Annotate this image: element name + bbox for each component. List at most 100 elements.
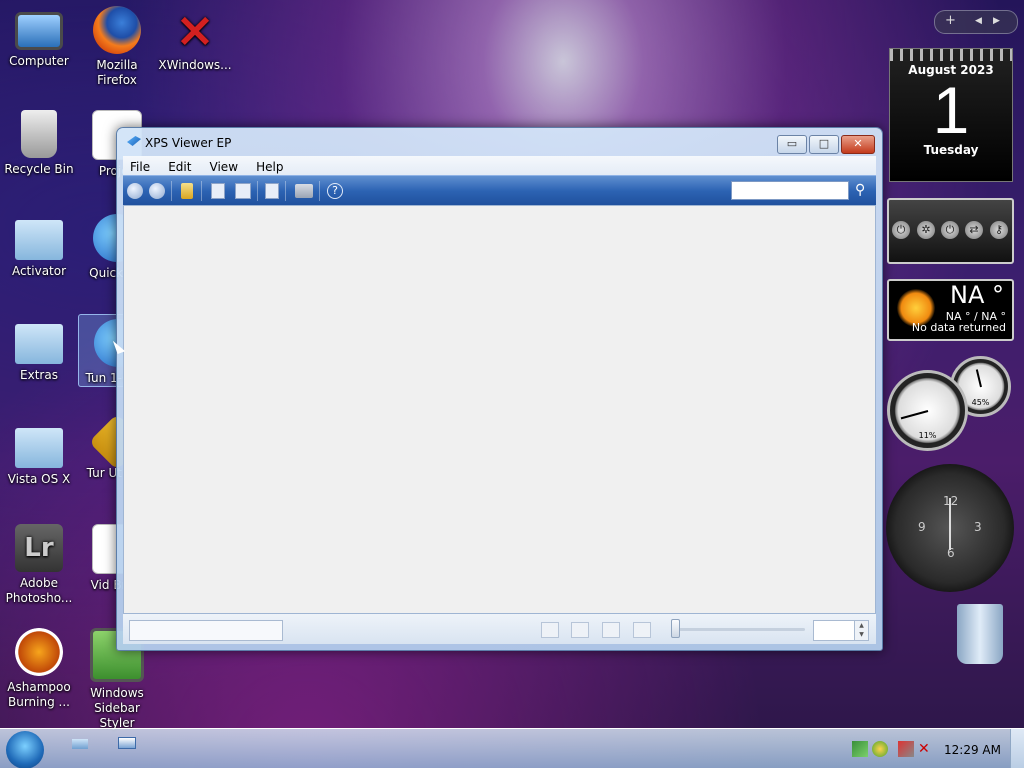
zoom-slider-track[interactable] [679, 628, 805, 631]
lightroom-icon: Lr [15, 524, 63, 572]
document-view-area[interactable] [123, 205, 876, 614]
desktop-icon-label: Vista OS X [7, 472, 71, 486]
help-icon[interactable]: ? [327, 183, 343, 199]
search-icon[interactable]: ⚲ [855, 182, 871, 198]
search-input[interactable] [731, 181, 849, 200]
desktop-icon-recycle-bin[interactable]: Recycle Bin [0, 106, 78, 177]
folder-icon [15, 220, 63, 260]
show-desktop-button[interactable] [1010, 729, 1024, 768]
forward-icon[interactable] [149, 183, 165, 199]
previous-icon[interactable]: ◀ [975, 16, 982, 26]
cpu-gauge: 11% [887, 370, 968, 451]
cpu-percent: 11% [918, 431, 937, 440]
xps-app-icon [127, 136, 141, 146]
shutdown-icon[interactable]: ⏻ [892, 221, 910, 239]
desktop-icon-label: Adobe Photosho... [5, 576, 73, 605]
back-icon[interactable] [127, 183, 143, 199]
folder-icon [15, 428, 63, 468]
desktop-icon-label: Computer [9, 54, 69, 68]
action-center-icon[interactable] [898, 741, 914, 757]
calendar-weekday: Tuesday [923, 143, 979, 157]
cpu-gauge-needle [900, 409, 928, 419]
desktop-icon-computer[interactable]: Computer [0, 2, 78, 69]
taskbar-clock[interactable]: 12:29 AM [944, 743, 1001, 757]
toolbar-separator [319, 181, 320, 201]
ashampoo-icon [15, 628, 63, 676]
window-title: XPS Viewer EP [145, 136, 232, 150]
desktop-icon-extras[interactable]: Extras [0, 314, 78, 383]
lock-icon[interactable]: ⚷ [990, 221, 1008, 239]
show-desktop-quicklaunch-icon[interactable] [72, 739, 88, 749]
desktop-icon-label: Extras [20, 368, 58, 382]
memory-gauge-needle [975, 368, 982, 387]
network-icon[interactable] [852, 741, 868, 757]
desktop-icon-label: Windows Sidebar Styler [90, 686, 144, 730]
calendar-day: 1 [932, 73, 970, 147]
two-pages-icon[interactable] [633, 622, 651, 638]
restart-icon[interactable]: ✲ [917, 221, 935, 239]
weather-temperature: NA ° [950, 281, 1004, 309]
x-logo-icon: ⨯ [174, 2, 216, 58]
toolbar-separator [171, 181, 172, 201]
calendar-rings [890, 49, 1012, 61]
close-button[interactable]: ✕ [841, 135, 875, 154]
xps-viewer-window[interactable]: XPS Viewer EP ▭ □ ✕ File Edit View Help … [116, 127, 883, 651]
zoom-input[interactable] [813, 620, 855, 641]
recycle-bin-gadget-icon[interactable] [957, 604, 1003, 664]
security-icon[interactable] [872, 741, 888, 757]
taskbar: ✕ 12:29 AM [0, 728, 1024, 768]
weather-status: No data returned [911, 321, 1006, 334]
toolbar-separator [285, 181, 286, 201]
minimize-button[interactable]: ▭ [777, 135, 807, 154]
fit-width-icon[interactable] [571, 622, 589, 638]
print-icon[interactable] [295, 184, 313, 198]
clock-hour-hand [949, 528, 951, 550]
save-icon[interactable] [211, 183, 225, 199]
add-gadget-button[interactable]: + [945, 13, 956, 28]
menu-bar: File Edit View Help [123, 156, 876, 175]
recycle-bin-icon [21, 110, 57, 158]
actual-size-icon[interactable] [541, 622, 559, 638]
desktop-icon-label: Activator [11, 264, 67, 278]
desktop-icon-xwindows[interactable]: ⨯ XWindows... [156, 2, 234, 73]
permissions-icon[interactable] [235, 183, 251, 199]
maximize-button[interactable]: □ [809, 135, 839, 154]
menu-file[interactable]: File [123, 158, 156, 174]
system-control-gadget: ⏻ ✲ ⏻ ⇄ ⚷ [887, 198, 1014, 264]
desktop-icon-label: Ashampoo Burning ... [7, 680, 71, 709]
next-icon[interactable]: ▶ [993, 16, 1000, 26]
menu-help[interactable]: Help [249, 158, 289, 174]
power-icon[interactable]: ⏻ [941, 221, 959, 239]
taskbar-xps-viewer-icon[interactable] [118, 737, 136, 749]
signatures-icon[interactable] [265, 183, 279, 199]
clock-gadget: 12 3 6 9 [886, 464, 1014, 592]
firefox-icon [93, 6, 141, 54]
folder-icon [15, 324, 63, 364]
toolbar-separator [201, 181, 202, 201]
desktop-icon-ashampoo[interactable]: Ashampoo Burning ... [0, 624, 78, 710]
sidebar-controls: + ◀ ▶ [934, 10, 1018, 34]
desktop-icon-label: XWindows... [158, 58, 232, 72]
title-bar[interactable]: XPS Viewer EP ▭ □ ✕ [117, 128, 882, 156]
desktop-icon-label: Recycle Bin [4, 162, 74, 176]
clock-minute-hand [949, 498, 951, 528]
menu-edit[interactable]: Edit [161, 158, 197, 174]
calendar-gadget[interactable]: August 2023 1 Tuesday [889, 48, 1013, 182]
switch-user-icon[interactable]: ⇄ [965, 221, 983, 239]
zoom-slider-thumb[interactable] [671, 619, 680, 638]
weather-gadget[interactable]: NA ° NA ° / NA ° No data returned [887, 279, 1014, 341]
open-icon[interactable] [181, 183, 193, 199]
desktop-icon-vista-os-x[interactable]: Vista OS X [0, 418, 78, 487]
desktop-icon-firefox[interactable]: Mozilla Firefox [78, 2, 156, 88]
whole-page-icon[interactable] [602, 622, 620, 638]
clock-number: 9 [918, 520, 926, 534]
desktop-icon-activator[interactable]: Activator [0, 210, 78, 279]
page-number-field[interactable] [129, 620, 283, 641]
toolbar: ? ⚲ [123, 175, 876, 206]
start-button[interactable] [6, 731, 44, 768]
volume-muted-icon[interactable]: ✕ [918, 741, 934, 757]
menu-view[interactable]: View [203, 158, 244, 174]
desktop-icon-adobe-photoshop[interactable]: Lr Adobe Photosho... [0, 520, 78, 606]
computer-icon [15, 12, 63, 50]
zoom-spinner[interactable]: ▲ ▼ [854, 620, 869, 641]
